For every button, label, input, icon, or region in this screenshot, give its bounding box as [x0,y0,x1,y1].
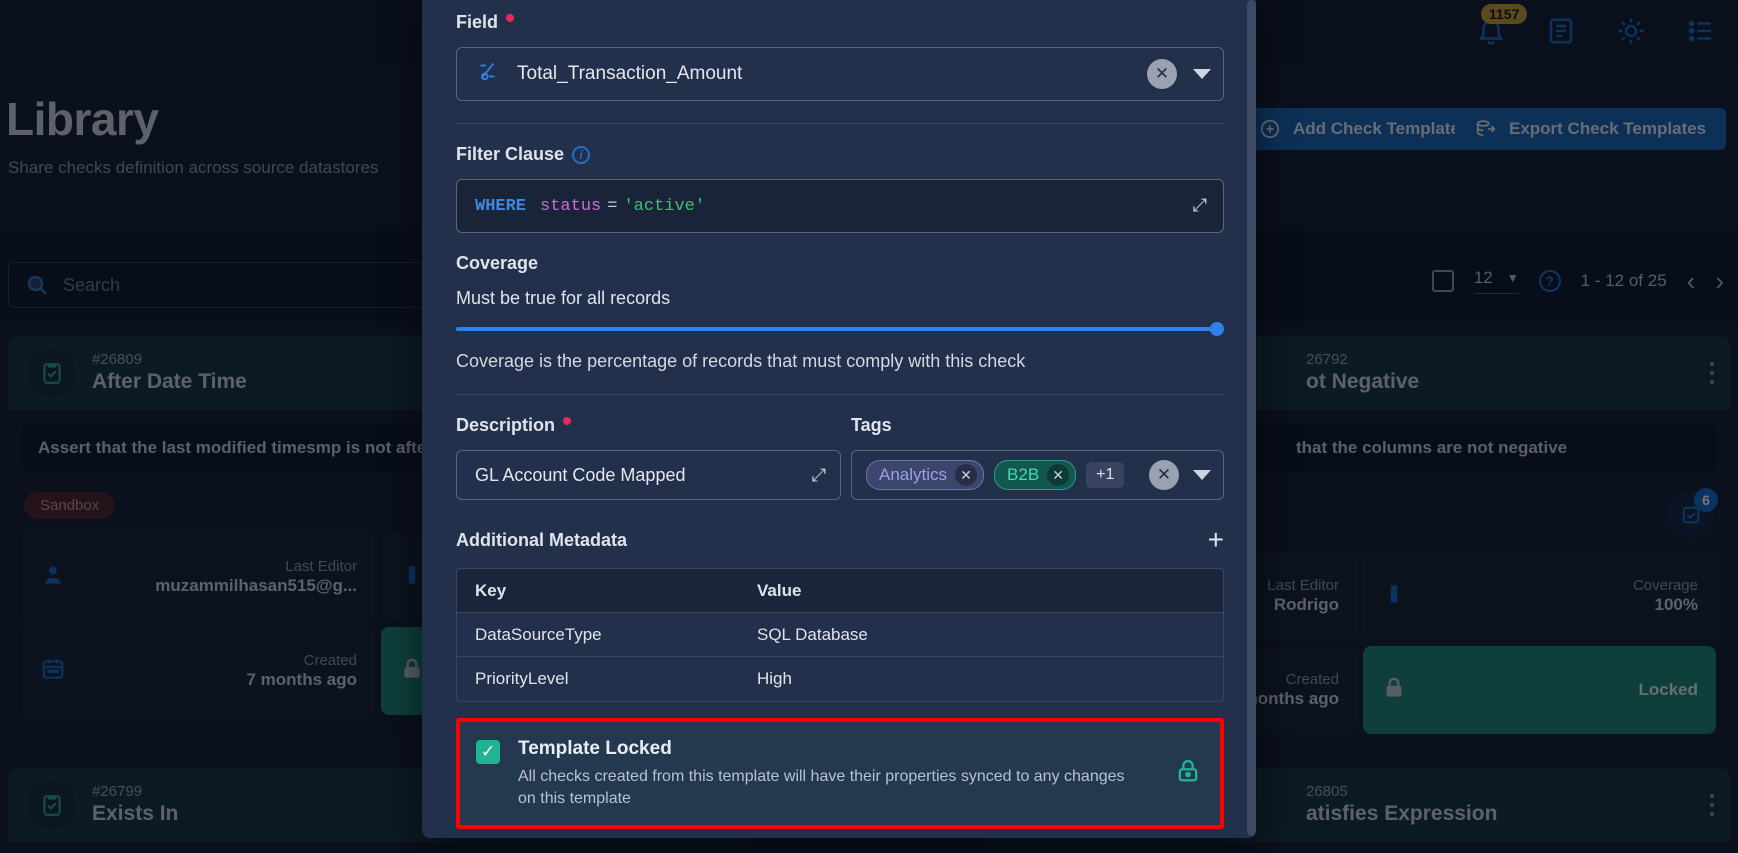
tag-chip[interactable]: Analytics ✕ [866,460,985,490]
metadata-value: SQL Database [757,624,868,644]
slider-track [456,327,1224,331]
metadata-label: Additional Metadata [456,529,628,550]
metadata-header: Additional Metadata + [456,526,1224,554]
clear-field-icon[interactable]: ✕ [1147,59,1177,89]
info-icon[interactable]: i [572,145,591,164]
column-header-key: Key [475,580,507,600]
dialog-footer: Cancel Save [456,829,1224,838]
edit-check-template-dialog: Field Total_Transaction_Amount ✕ Filter … [422,0,1256,838]
coverage-value-text: Must be true for all records [456,288,671,308]
coverage-help-text: Coverage is the percentage of records th… [456,351,1026,371]
description-label: Description [456,415,841,436]
lock-icon [1174,757,1202,790]
table-row[interactable]: PriorityLevel High [457,657,1223,701]
modal-scrollbar[interactable] [1247,0,1256,836]
add-metadata-icon[interactable]: + [1208,526,1224,554]
sql-operator: = [607,196,618,216]
column-header-value: Value [757,580,802,600]
required-indicator [563,416,572,425]
expand-description-icon[interactable]: ⤢ [812,465,826,486]
tags-label: Tags [851,415,892,435]
tag-label: B2B [1007,465,1040,484]
description-input[interactable]: GL Account Code Mapped ⤢ [456,450,841,500]
divider [456,394,1224,395]
chevron-down-icon[interactable] [1193,470,1211,480]
required-indicator [506,13,515,22]
template-locked-description: All checks created from this template wi… [518,768,1125,807]
tags-overflow-count[interactable]: +1 [1086,462,1125,488]
filter-clause-label: Filter Clause i [456,144,1224,165]
slider-thumb[interactable] [1210,322,1224,336]
sql-column: status [540,196,602,216]
table-header-row: Key Value [457,569,1223,613]
remove-tag-icon[interactable]: ✕ [955,464,978,486]
expand-editor-icon[interactable]: ⤢ [1193,196,1207,217]
template-locked-checkbox[interactable]: ✓ [476,740,500,764]
tag-label: Analytics [879,465,948,484]
field-section-label: Field [456,12,1224,33]
field-select[interactable]: Total_Transaction_Amount ✕ [456,47,1224,101]
template-locked-row[interactable]: ✓ Template Locked All checks created fro… [460,722,1220,826]
function-icon [475,58,501,90]
table-row[interactable]: DataSourceType SQL Database [457,613,1223,657]
clear-tags-icon[interactable]: ✕ [1149,460,1179,490]
field-value: Total_Transaction_Amount [517,63,743,84]
tags-select[interactable]: Analytics ✕ B2B ✕ +1 ✕ [851,450,1224,500]
divider [456,123,1224,124]
coverage-label: Coverage [456,253,539,273]
description-value: GL Account Code Mapped [475,464,686,485]
coverage-slider[interactable] [456,321,1224,337]
chevron-down-icon[interactable] [1193,69,1211,79]
metadata-key: DataSourceType [475,624,602,644]
metadata-value: High [757,669,792,688]
sql-keyword: WHERE [475,196,527,216]
metadata-table: Key Value DataSourceType SQL Database Pr… [456,568,1224,702]
remove-tag-icon[interactable]: ✕ [1047,464,1070,486]
template-locked-title: Template Locked [518,738,672,759]
sql-literal: 'active' [623,196,706,216]
template-locked-highlight: ✓ Template Locked All checks created fro… [456,718,1224,830]
filter-clause-editor[interactable]: WHERE status = 'active' ⤢ [456,179,1224,233]
tag-chip[interactable]: B2B ✕ [994,460,1077,490]
metadata-key: PriorityLevel [475,669,569,688]
